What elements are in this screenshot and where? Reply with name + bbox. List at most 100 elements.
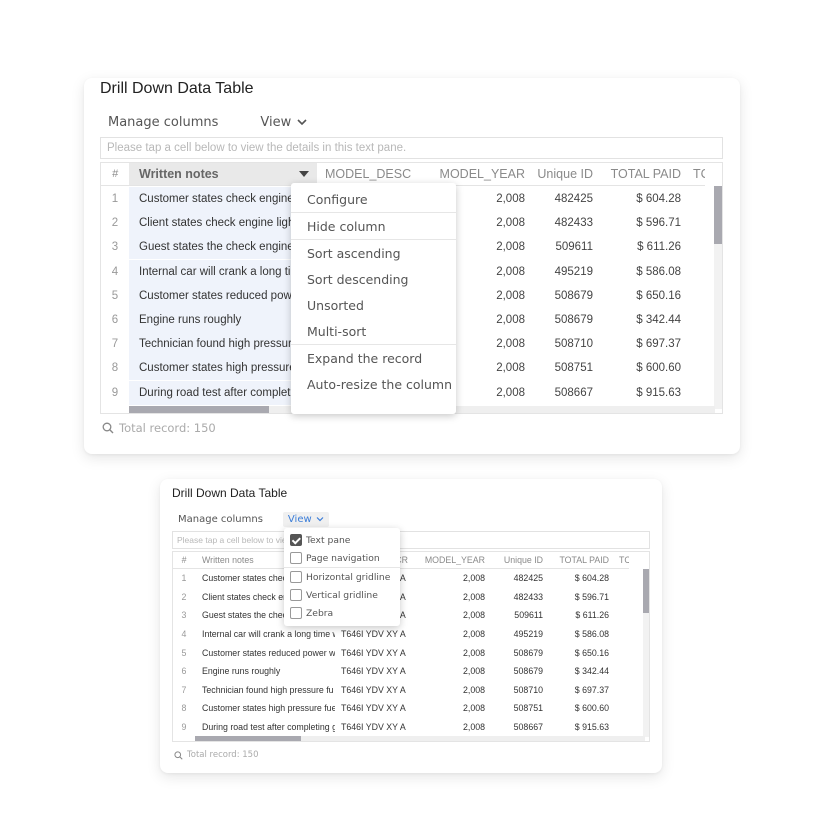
header-total-paid[interactable]: TOTAL PAID [543,555,609,565]
cell-unique-id[interactable]: 508679 [485,666,543,676]
checkbox[interactable] [290,552,302,564]
header-unique-id[interactable]: Unique ID [485,555,543,565]
cell-model-year[interactable]: 2,008 [413,703,485,713]
menu-item-expand-the-record[interactable]: Expand the record [291,345,456,371]
cell-written-notes[interactable]: Internal car will crank a long time w [195,629,335,639]
header-truncated-column[interactable]: TC [609,555,629,565]
table-row[interactable]: 8 Customer states high pressure fue T646I … [173,699,629,718]
cell-unique-id[interactable]: 508751 [525,362,597,374]
header-total-paid[interactable]: TOTAL PAID [597,167,681,181]
cell-total-paid[interactable]: $ 915.63 [597,387,681,399]
manage-columns-button[interactable]: Manage columns [108,115,218,130]
checkbox[interactable] [290,534,302,546]
cell-unique-id[interactable]: 508679 [485,648,543,658]
table-row[interactable]: 9 During road test after completing g T646… [173,718,629,737]
search-icon[interactable] [174,750,183,760]
view-dropdown-button[interactable]: View [260,115,307,130]
cell-written-notes[interactable]: Client states check engine ligh [129,211,317,236]
cell-model-desc[interactable]: T646I YDV XY A [335,648,413,658]
table-row[interactable]: 1Customer states check engineT646I YDV X… [173,569,629,588]
cell-unique-id[interactable]: 482433 [525,217,597,229]
cell-model-year[interactable]: 2,008 [413,573,485,583]
cell-unique-id[interactable]: 482425 [525,193,597,205]
cell-written-notes[interactable]: Engine runs roughly [129,308,317,332]
horizontal-scroll-thumb[interactable] [129,406,269,413]
cell-written-notes[interactable]: During road test after completing g [195,722,335,732]
header-model-year[interactable]: MODEL_YEAR [413,555,485,565]
cell-total-paid[interactable]: $ 342.44 [597,314,681,326]
vertical-scroll-thumb[interactable] [643,569,649,613]
header-truncated-column[interactable]: TC [681,167,705,181]
cell-model-year[interactable]: 2,008 [413,629,485,639]
cell-unique-id[interactable]: 495219 [525,266,597,278]
cell-total-paid[interactable]: $ 650.16 [543,648,609,658]
cell-model-year[interactable]: 2,008 [413,685,485,695]
cell-total-paid[interactable]: $ 915.63 [543,722,609,732]
cell-written-notes[interactable]: Engine runs roughly [195,666,335,676]
cell-model-year[interactable]: 2,008 [413,666,485,676]
cell-written-notes[interactable]: Customer states high pressure fue [195,703,335,713]
view-option-page-navigation[interactable]: Page navigation [284,549,400,567]
menu-item-multi-sort[interactable]: Multi-sort [291,318,456,344]
cell-unique-id[interactable]: 508710 [485,685,543,695]
cell-written-notes[interactable]: Technician found high pressure [129,332,317,357]
menu-item-sort-ascending[interactable]: Sort ascending [291,240,456,266]
horizontal-scrollbar[interactable] [195,736,645,741]
cell-total-paid[interactable]: $ 604.28 [543,573,609,583]
table-row[interactable]: 3Guest states the check engineT646I YDV … [173,606,629,625]
view-dropdown-button[interactable]: View [282,511,329,527]
text-pane[interactable]: Please tap a cell below to view the deta… [172,531,650,549]
cell-written-notes[interactable]: Customer states check engine [129,187,317,211]
cell-written-notes[interactable]: During road test after completi [129,380,317,405]
cell-total-paid[interactable]: $ 600.60 [543,703,609,713]
cell-unique-id[interactable]: 508667 [485,722,543,732]
cell-total-paid[interactable]: $ 604.28 [597,193,681,205]
view-option-text-pane[interactable]: Text pane [284,531,400,549]
table-row[interactable]: 2Client states check engine lighT646I YD… [173,588,629,607]
vertical-scroll-thumb[interactable] [714,186,722,244]
cell-unique-id[interactable]: 508679 [525,290,597,302]
menu-item-auto-resize-the-column[interactable]: Auto-resize the column [291,371,456,397]
table-row[interactable]: 7 Technician found high pressure fu T646I … [173,681,629,700]
cell-unique-id[interactable]: 508710 [525,338,597,350]
cell-model-year[interactable]: 2,008 [413,610,485,620]
checkbox[interactable] [290,607,302,619]
header-written-notes[interactable]: Written notes [129,163,317,185]
cell-total-paid[interactable]: $ 596.71 [543,592,609,602]
cell-total-paid[interactable]: $ 600.60 [597,362,681,374]
cell-model-desc[interactable]: T646I YDV XY A [335,722,413,732]
view-option-vertical-gridline[interactable]: Vertical gridline [284,586,400,604]
cell-unique-id[interactable]: 509611 [525,241,597,253]
menu-item-hide-column[interactable]: Hide column [291,213,456,239]
cell-unique-id[interactable]: 508751 [485,703,543,713]
cell-model-year[interactable]: 2,008 [413,648,485,658]
cell-total-paid[interactable]: $ 586.08 [543,629,609,639]
header-unique-id[interactable]: Unique ID [525,167,597,181]
cell-unique-id[interactable]: 482425 [485,573,543,583]
table-row[interactable]: 4 Internal car will crank a long time w T6… [173,625,629,644]
cell-written-notes[interactable]: Technician found high pressure fu [195,685,335,695]
cell-model-desc[interactable]: T646I YDV XY A [335,666,413,676]
search-icon[interactable] [102,422,114,434]
cell-total-paid[interactable]: $ 697.37 [543,685,609,695]
vertical-scrollbar[interactable] [643,569,649,737]
cell-unique-id[interactable]: 482433 [485,592,543,602]
cell-unique-id[interactable]: 495219 [485,629,543,639]
cell-total-paid[interactable]: $ 342.44 [543,666,609,676]
cell-unique-id[interactable]: 509611 [485,610,543,620]
checkbox[interactable] [290,589,302,601]
cell-model-year[interactable]: 2,008 [413,722,485,732]
cell-written-notes[interactable]: Internal car will crank a long tin [129,259,317,284]
manage-columns-button[interactable]: Manage columns [178,514,263,525]
text-pane[interactable]: Please tap a cell below to view the deta… [100,137,723,159]
cell-total-paid[interactable]: $ 611.26 [597,241,681,253]
cell-written-notes[interactable]: Customer states high pressure [129,356,317,381]
cell-written-notes[interactable]: Customer states reduced pow [129,283,317,308]
cell-unique-id[interactable]: 508679 [525,314,597,326]
menu-item-configure[interactable]: Configure [291,186,456,212]
view-option-zebra[interactable]: Zebra [284,604,400,622]
menu-item-sort-descending[interactable]: Sort descending [291,266,456,292]
header-model-desc[interactable]: MODEL_DESC [317,167,429,181]
cell-written-notes[interactable]: Customer states reduced power w [195,648,335,658]
cell-total-paid[interactable]: $ 586.08 [597,266,681,278]
